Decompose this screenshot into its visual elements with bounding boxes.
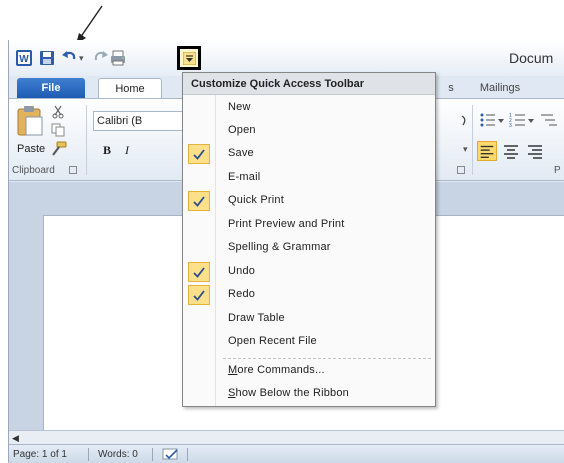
undo-icon[interactable] [60,49,78,67]
paste-label: Paste [17,143,46,155]
menu-title: Customize Quick Access Toolbar [183,73,435,95]
menu-item-label: Spelling & Grammar [228,241,331,253]
checkmark-icon [188,191,210,211]
numbering-icon[interactable]: 1 2 3 [509,111,535,129]
menu-item-email[interactable]: E-mail [183,167,435,189]
font-dialog-launcher[interactable] [457,166,465,174]
cut-icon[interactable] [51,105,65,119]
quick-print-icon[interactable] [109,49,127,67]
save-icon[interactable] [38,49,56,67]
status-separator [88,448,89,461]
svg-text:3: 3 [509,123,512,129]
status-bar: Page: 1 of 1 Words: 0 [9,444,564,463]
font-color-dropdown-icon[interactable]: ▾ [463,144,468,155]
menu-item-label: Redo [228,288,256,300]
menu-item-redo[interactable]: Redo [183,284,435,306]
format-painter-icon[interactable] [49,141,67,157]
menu-item-show-below-ribbon[interactable]: Show Below the Ribbon [183,383,435,405]
menu-item-open-recent-file[interactable]: Open Recent File [183,331,435,353]
copy-icon[interactable] [51,123,65,137]
menu-item-print-preview[interactable]: Print Preview and Print [183,214,435,236]
italic-button[interactable]: I [125,143,137,159]
tab-mailings[interactable]: Mailings [465,78,535,98]
menu-item-draw-table[interactable]: Draw Table [183,308,435,330]
undo-dropdown-icon[interactable]: ▾ [79,49,89,67]
menu-item-label: Quick Print [228,194,284,206]
tab-home[interactable]: Home [98,78,162,98]
menu-item-label: E-mail [228,171,261,183]
menu-item-label: Show Below the Ribbon [228,387,350,399]
menu-item-label: Open [228,124,256,136]
horizontal-scrollbar[interactable]: ◀ [9,430,564,444]
bold-button[interactable]: B [103,143,117,159]
align-center-icon[interactable] [502,142,520,160]
customize-dropdown-icon [182,51,196,65]
menu-item-label: Open Recent File [228,335,317,347]
menu-item-more-commands[interactable]: More Commands... [183,360,435,382]
menu-item-quick-print[interactable]: Quick Print [183,190,435,212]
tab-file[interactable]: File [17,78,85,98]
customize-quick-access-button[interactable] [177,46,201,70]
status-separator [152,448,153,461]
checkmark-icon [188,144,210,164]
tab-partial[interactable]: s [445,78,457,98]
menu-item-spelling-grammar[interactable]: Spelling & Grammar [183,237,435,259]
checkmark-icon [188,285,210,305]
menu-item-undo[interactable]: Undo [183,261,435,283]
bullets-icon[interactable] [479,111,505,129]
menu-separator [223,358,431,359]
group-separator [472,105,473,175]
paste-icon[interactable] [15,105,45,137]
customize-qat-menu: Customize Quick Access Toolbar New Open … [182,72,436,407]
clipboard-dialog-launcher[interactable] [69,166,77,174]
proofing-icon[interactable] [162,448,180,461]
status-separator [187,448,188,461]
align-right-icon[interactable] [526,142,544,160]
redo-icon[interactable] [92,49,110,67]
document-title: Docum [509,50,554,66]
align-left-icon[interactable] [477,141,497,161]
font-name-box[interactable]: Calibri (B [93,111,183,131]
menu-item-new[interactable]: New [183,97,435,119]
menu-item-open[interactable]: Open [183,120,435,142]
grow-font-icon[interactable] [461,111,469,131]
status-word-count[interactable]: Words: 0 [98,449,138,460]
menu-item-label: Undo [228,265,256,277]
scroll-left-icon[interactable]: ◀ [12,433,19,444]
menu-item-label: More Commands... [228,364,325,376]
svg-text:W: W [19,54,29,65]
multilevel-list-icon[interactable] [539,111,564,129]
menu-item-label: New [228,101,251,113]
checkmark-icon [188,262,210,282]
menu-item-label: Print Preview and Print [228,218,345,230]
paragraph-group-label: P [554,165,561,176]
menu-item-label: Save [228,147,254,159]
group-separator [86,105,87,175]
menu-item-save[interactable]: Save [183,143,435,165]
word-app-icon[interactable]: W [15,49,33,67]
clipboard-group-label: Clipboard [12,165,55,176]
status-page-count[interactable]: Page: 1 of 1 [13,449,67,460]
menu-item-label: Draw Table [228,312,285,324]
title-bar: W ▾ Docum [9,40,564,76]
